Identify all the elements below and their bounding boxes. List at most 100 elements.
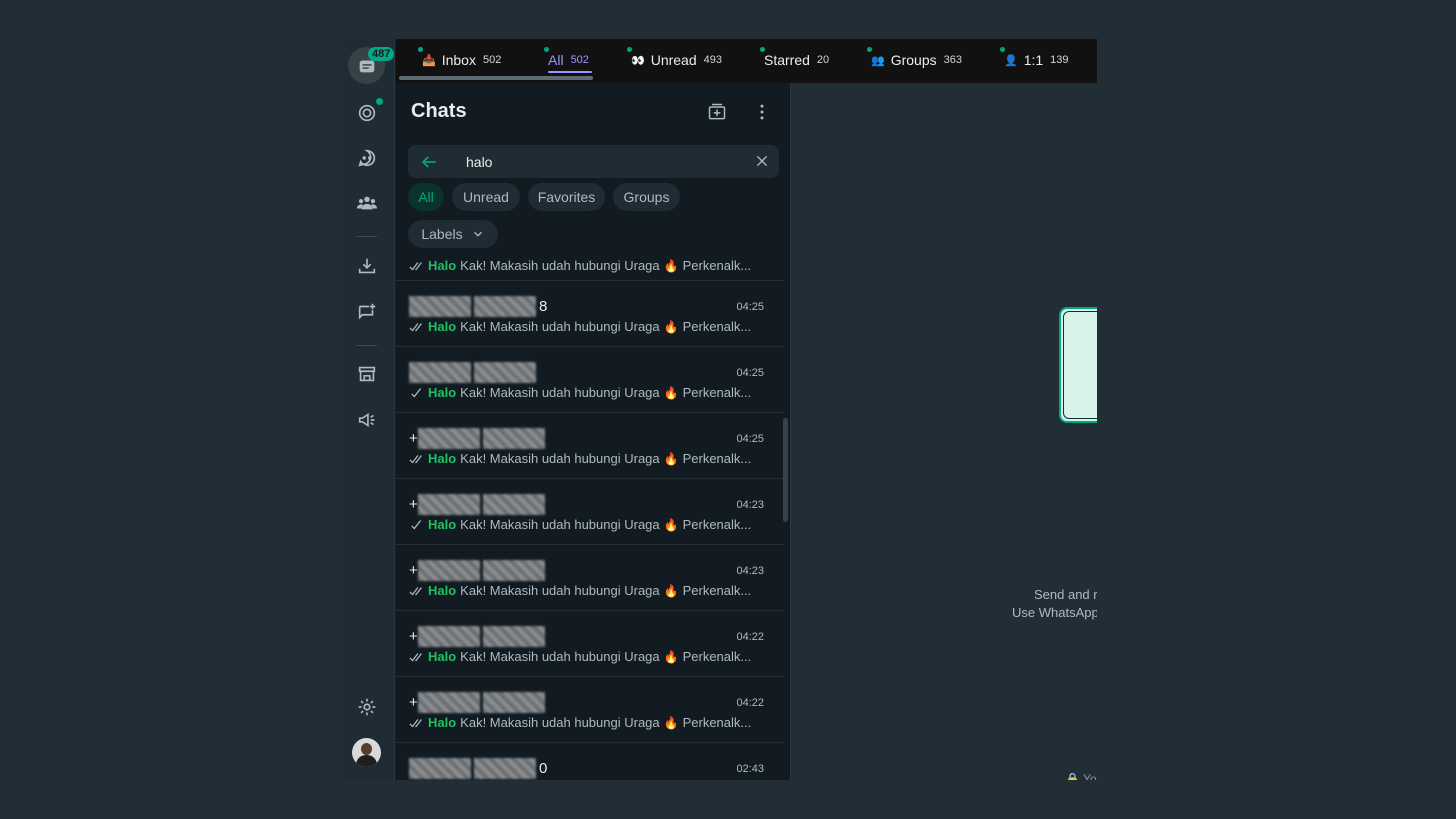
name-prefix: + — [409, 627, 418, 645]
channels-nav-button[interactable] — [348, 139, 385, 176]
new-chat-button[interactable] — [705, 100, 729, 124]
avatar-head — [361, 743, 372, 755]
tabs-scrollbar[interactable] — [399, 76, 593, 80]
rail-divider — [356, 236, 377, 237]
search-box — [408, 145, 779, 178]
advertise-nav-button[interactable] — [348, 401, 385, 438]
search-highlight: Halo — [428, 517, 457, 532]
filter-groups[interactable]: Groups — [613, 183, 680, 211]
fire-emoji-icon: 🔥 — [663, 451, 679, 466]
chat-time: 02:43 — [736, 763, 764, 775]
chat-name: + — [409, 493, 548, 515]
list-item[interactable]: 04:25 Halo Kak! Makasih udah hubungi Uraga… — [396, 347, 784, 413]
name-prefix: + — [409, 561, 418, 579]
tab-one-to-one[interactable]: 👤 1:1 139 — [1000, 47, 1069, 71]
redacted-name — [474, 757, 536, 779]
archive-download-button[interactable] — [348, 247, 385, 284]
search-highlight: Halo — [428, 715, 457, 730]
whatsapp-window: 487 📥 Inbox 502 All 502 👀 Unread 493 Sta… — [338, 39, 1097, 780]
fire-emoji-icon: 🔥 — [663, 715, 679, 730]
message-preview: Halo Kak! Makasih udah hubungi Uraga 🔥 Perk… — [409, 451, 751, 466]
new-broadcast-button[interactable] — [348, 293, 385, 330]
tab-groups[interactable]: 👥 Groups 363 — [867, 47, 962, 71]
double-check-icon — [409, 652, 422, 662]
filter-unread[interactable]: Unread — [452, 183, 520, 211]
message-preview: Halo Kak! Makasih udah hubungi Uraga 🔥 Perk… — [409, 385, 751, 400]
chevron-down-icon — [473, 231, 482, 237]
list-item[interactable]: +04:25 Halo Kak! Makasih udah hubungi Urag… — [396, 413, 784, 479]
encryption-text: You — [1083, 772, 1097, 780]
communities-icon — [356, 196, 377, 209]
settings-button[interactable] — [348, 688, 385, 725]
tab-all[interactable]: All 502 — [544, 47, 589, 71]
tab-label: Inbox — [441, 52, 476, 68]
tab-count: 139 — [1050, 54, 1069, 66]
new-chat-icon — [708, 103, 726, 120]
double-check-icon — [409, 718, 422, 728]
menu-button[interactable] — [750, 100, 774, 124]
page-title: Chats — [411, 100, 467, 122]
preview-text: Kak! Makasih udah hubungi Uraga — [460, 715, 660, 730]
filter-favorites[interactable]: Favorites — [528, 183, 605, 211]
list-item[interactable]: 8 04:25 Halo Kak! Makasih udah hubungi Urag… — [396, 281, 784, 347]
double-check-icon — [409, 586, 422, 596]
filter-labels-dropdown[interactable]: Labels — [408, 220, 498, 248]
chat-name: + — [409, 691, 548, 713]
redacted-name — [417, 559, 480, 581]
tab-label: 1:1 — [1023, 52, 1044, 68]
chat-time: 04:25 — [736, 367, 764, 379]
encryption-notice: 🔒 You — [1065, 772, 1097, 780]
chat-name: + — [409, 625, 548, 647]
tab-label: Groups — [890, 52, 937, 68]
catalog-nav-button[interactable] — [348, 355, 385, 392]
filter-label: Labels — [421, 226, 463, 242]
intro-text-line: Use WhatsApp — [1012, 605, 1097, 620]
redacted-name — [409, 295, 471, 317]
fire-emoji-icon: 🔥 — [663, 517, 679, 532]
chat-name — [409, 361, 539, 383]
list-item[interactable]: +04:22 Halo Kak! Makasih udah hubungi Urag… — [396, 677, 784, 743]
people-icon: 👥 — [871, 54, 885, 67]
double-check-icon — [409, 261, 422, 271]
message-preview: Halo Kak! Makasih udah hubungi Uraga 🔥 Perk… — [409, 583, 751, 598]
message-plus-icon — [358, 303, 375, 319]
list-item[interactable]: Halo Kak! Makasih udah hubungi Uraga 🔥 P… — [396, 248, 784, 281]
list-item[interactable]: 002:43HaloKak! Makasih udah hubungi Urag… — [396, 743, 784, 780]
lock-icon: 🔒 — [1065, 772, 1080, 780]
fire-emoji-icon: 🔥 — [663, 385, 679, 400]
back-arrow-icon[interactable] — [419, 152, 439, 172]
tab-starred[interactable]: Starred 20 — [760, 47, 829, 71]
message-preview: Halo Kak! Makasih udah hubungi Uraga 🔥 P… — [409, 258, 751, 273]
list-item[interactable]: +04:22 Halo Kak! Makasih udah hubungi Urag… — [396, 611, 784, 677]
tab-count: 502 — [482, 54, 502, 66]
redacted-name — [482, 559, 545, 581]
tab-count: 502 — [570, 54, 589, 66]
tab-inbox[interactable]: 📥 Inbox 502 — [418, 47, 502, 71]
tab-unread[interactable]: 👀 Unread 493 — [627, 47, 722, 71]
list-item[interactable]: +04:23 Halo Kak! Makasih udah hubungi Urag… — [396, 479, 784, 545]
rail-divider — [356, 345, 377, 346]
chat-name: + — [409, 427, 548, 449]
communities-nav-button[interactable] — [348, 184, 385, 221]
close-icon[interactable] — [754, 153, 770, 169]
list-item[interactable]: +04:23 Halo Kak! Makasih udah hubungi Urag… — [396, 545, 784, 611]
megaphone-icon — [358, 412, 374, 427]
redacted-name — [482, 493, 545, 515]
search-input[interactable] — [466, 151, 746, 173]
preview-text: Kak! Makasih udah hubungi Uraga — [460, 451, 660, 466]
profile-avatar[interactable] — [352, 738, 381, 767]
preview-text-tail: Perkenalk... — [682, 385, 752, 400]
status-icon — [358, 104, 375, 121]
redacted-name — [417, 427, 480, 449]
tab-indicator-dot — [760, 47, 765, 52]
eyes-icon: 👀 — [631, 54, 645, 67]
filter-all[interactable]: All — [408, 183, 444, 211]
fire-emoji-icon: 🔥 — [663, 583, 679, 598]
chat-list-panel: Chats All Unread Favorites Groups Labels… — [396, 83, 791, 780]
chat-list-scrollbar[interactable] — [783, 418, 788, 522]
phone-illustration — [1059, 307, 1097, 423]
preview-text: Kak! Makasih udah hubungi Uraga — [460, 517, 660, 532]
status-update-dot — [376, 98, 383, 105]
tab-indicator-dot — [627, 47, 632, 52]
name-suffix: 0 — [539, 759, 548, 777]
